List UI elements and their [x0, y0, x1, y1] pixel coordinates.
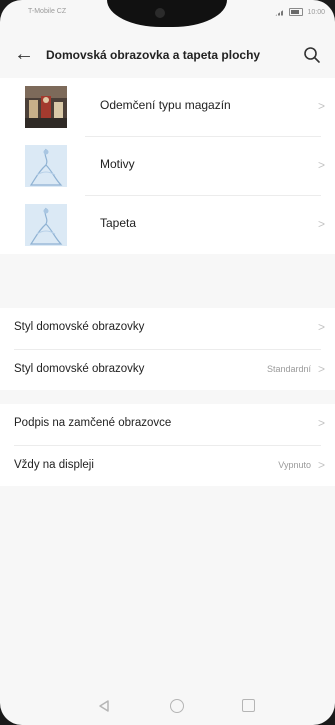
clock: 10:00 — [307, 8, 325, 16]
list-item-label: Vždy na displeji — [14, 459, 94, 471]
list-item-home-style[interactable]: Styl domovské obrazovky > — [0, 308, 335, 348]
phone-screen: T-Mobile CZ 10:00 ← Domovská obrazovka a… — [0, 0, 335, 725]
list-item-wallpaper[interactable]: Tapeta > — [0, 196, 335, 254]
battery-icon — [289, 8, 304, 16]
navigation-bar — [0, 690, 335, 725]
chevron-right-icon: > — [317, 458, 325, 472]
lock-screen-card: Podpis na zamčené obrazovce > Vždy na di… — [0, 404, 335, 486]
chevron-right-icon: > — [317, 320, 325, 334]
list-item-label: Tapeta — [100, 216, 137, 230]
chevron-right-icon: > — [317, 217, 325, 231]
list-item-label: Odemčení typu magazín — [100, 98, 231, 112]
chevron-right-icon: > — [317, 158, 325, 172]
signal-icon — [275, 8, 286, 16]
page-title: Domovská obrazovka a tapeta plochy — [46, 48, 261, 62]
list-item-lock-signature[interactable]: Podpis na zamčené obrazovce > — [0, 404, 335, 444]
status-bar: T-Mobile CZ 10:00 — [0, 6, 335, 20]
theme-thumbnail — [25, 145, 67, 187]
app-header: ← Domovská obrazovka a tapeta plochy — [0, 36, 335, 76]
nav-recents-icon[interactable] — [242, 699, 255, 712]
home-style-card: Styl domovské obrazovky > Styl domovské … — [0, 308, 335, 390]
list-item-value: Standardní — [266, 364, 311, 374]
status-right: 10:00 — [275, 8, 325, 16]
nav-home-icon[interactable] — [170, 699, 184, 713]
list-item-magazine-unlock[interactable]: Odemčení typu magazín > — [0, 78, 335, 136]
chevron-right-icon: > — [317, 416, 325, 430]
list-item-label: Podpis na zamčené obrazovce — [14, 417, 172, 429]
chevron-right-icon: > — [317, 99, 325, 113]
list-item-always-on-display[interactable]: Vždy na displeji Vypnuto > — [0, 446, 335, 486]
search-icon[interactable] — [303, 46, 321, 64]
magazine-unlock-thumbnail — [25, 86, 67, 128]
themes-card: Odemčení typu magazín > Motivy > Tapeta — [0, 78, 335, 254]
list-item-themes[interactable]: Motivy > — [0, 137, 335, 195]
list-item-label: Styl domovské obrazovky — [14, 363, 145, 375]
list-item-home-style-standard[interactable]: Styl domovské obrazovky Standardní > — [0, 350, 335, 390]
chevron-right-icon: > — [317, 362, 325, 376]
list-item-value: Vypnuto — [278, 460, 311, 470]
list-item-label: Motivy — [100, 157, 135, 171]
nav-back-icon[interactable] — [97, 699, 111, 713]
list-item-label: Styl domovské obrazovky — [14, 321, 145, 333]
arrow-left-icon[interactable]: ← — [14, 44, 34, 64]
wallpaper-thumbnail — [25, 204, 67, 246]
carrier-label: T-Mobile CZ — [28, 8, 67, 15]
